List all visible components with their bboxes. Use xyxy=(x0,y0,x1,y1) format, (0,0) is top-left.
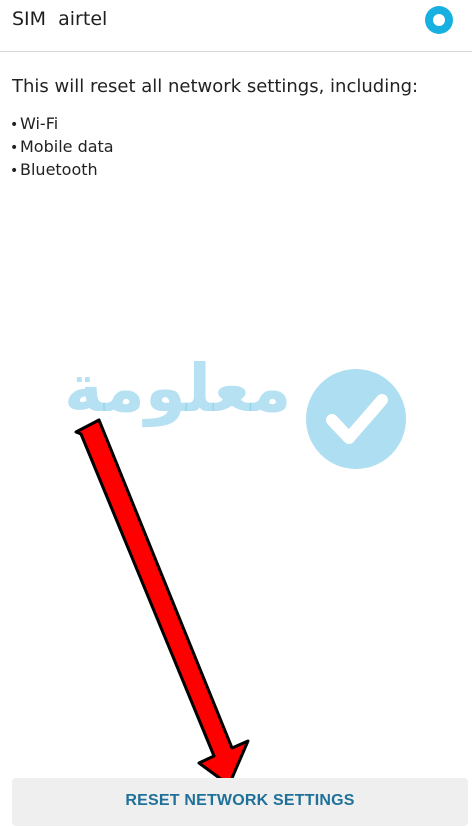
list-item: • Mobile data xyxy=(10,136,114,159)
reset-button-label: RESET NETWORK SETTINGS xyxy=(125,792,355,809)
watermark-text: معلومة xyxy=(64,350,292,427)
bullet-icon: • xyxy=(10,140,19,156)
radio-selected-dot xyxy=(433,14,445,26)
sim-selector-row[interactable]: SIM airtel xyxy=(0,0,472,52)
reset-items-list: • Wi-Fi • Mobile data • Bluetooth xyxy=(10,113,114,182)
list-item: • Wi-Fi xyxy=(10,113,114,136)
checkmark-circle-icon xyxy=(306,369,406,469)
reset-network-settings-button[interactable]: RESET NETWORK SETTINGS xyxy=(12,778,468,826)
item-label-mobile-data: Mobile data xyxy=(20,137,114,156)
list-item: • Bluetooth xyxy=(10,159,114,182)
reset-description: This will reset all network settings, in… xyxy=(12,76,419,97)
bullet-icon: • xyxy=(10,163,19,179)
sim-radio-button[interactable] xyxy=(425,6,453,34)
item-label-wifi: Wi-Fi xyxy=(20,114,59,133)
item-label-bluetooth: Bluetooth xyxy=(20,160,98,179)
bullet-icon: • xyxy=(10,117,19,133)
sim-label: SIM airtel xyxy=(12,8,108,30)
